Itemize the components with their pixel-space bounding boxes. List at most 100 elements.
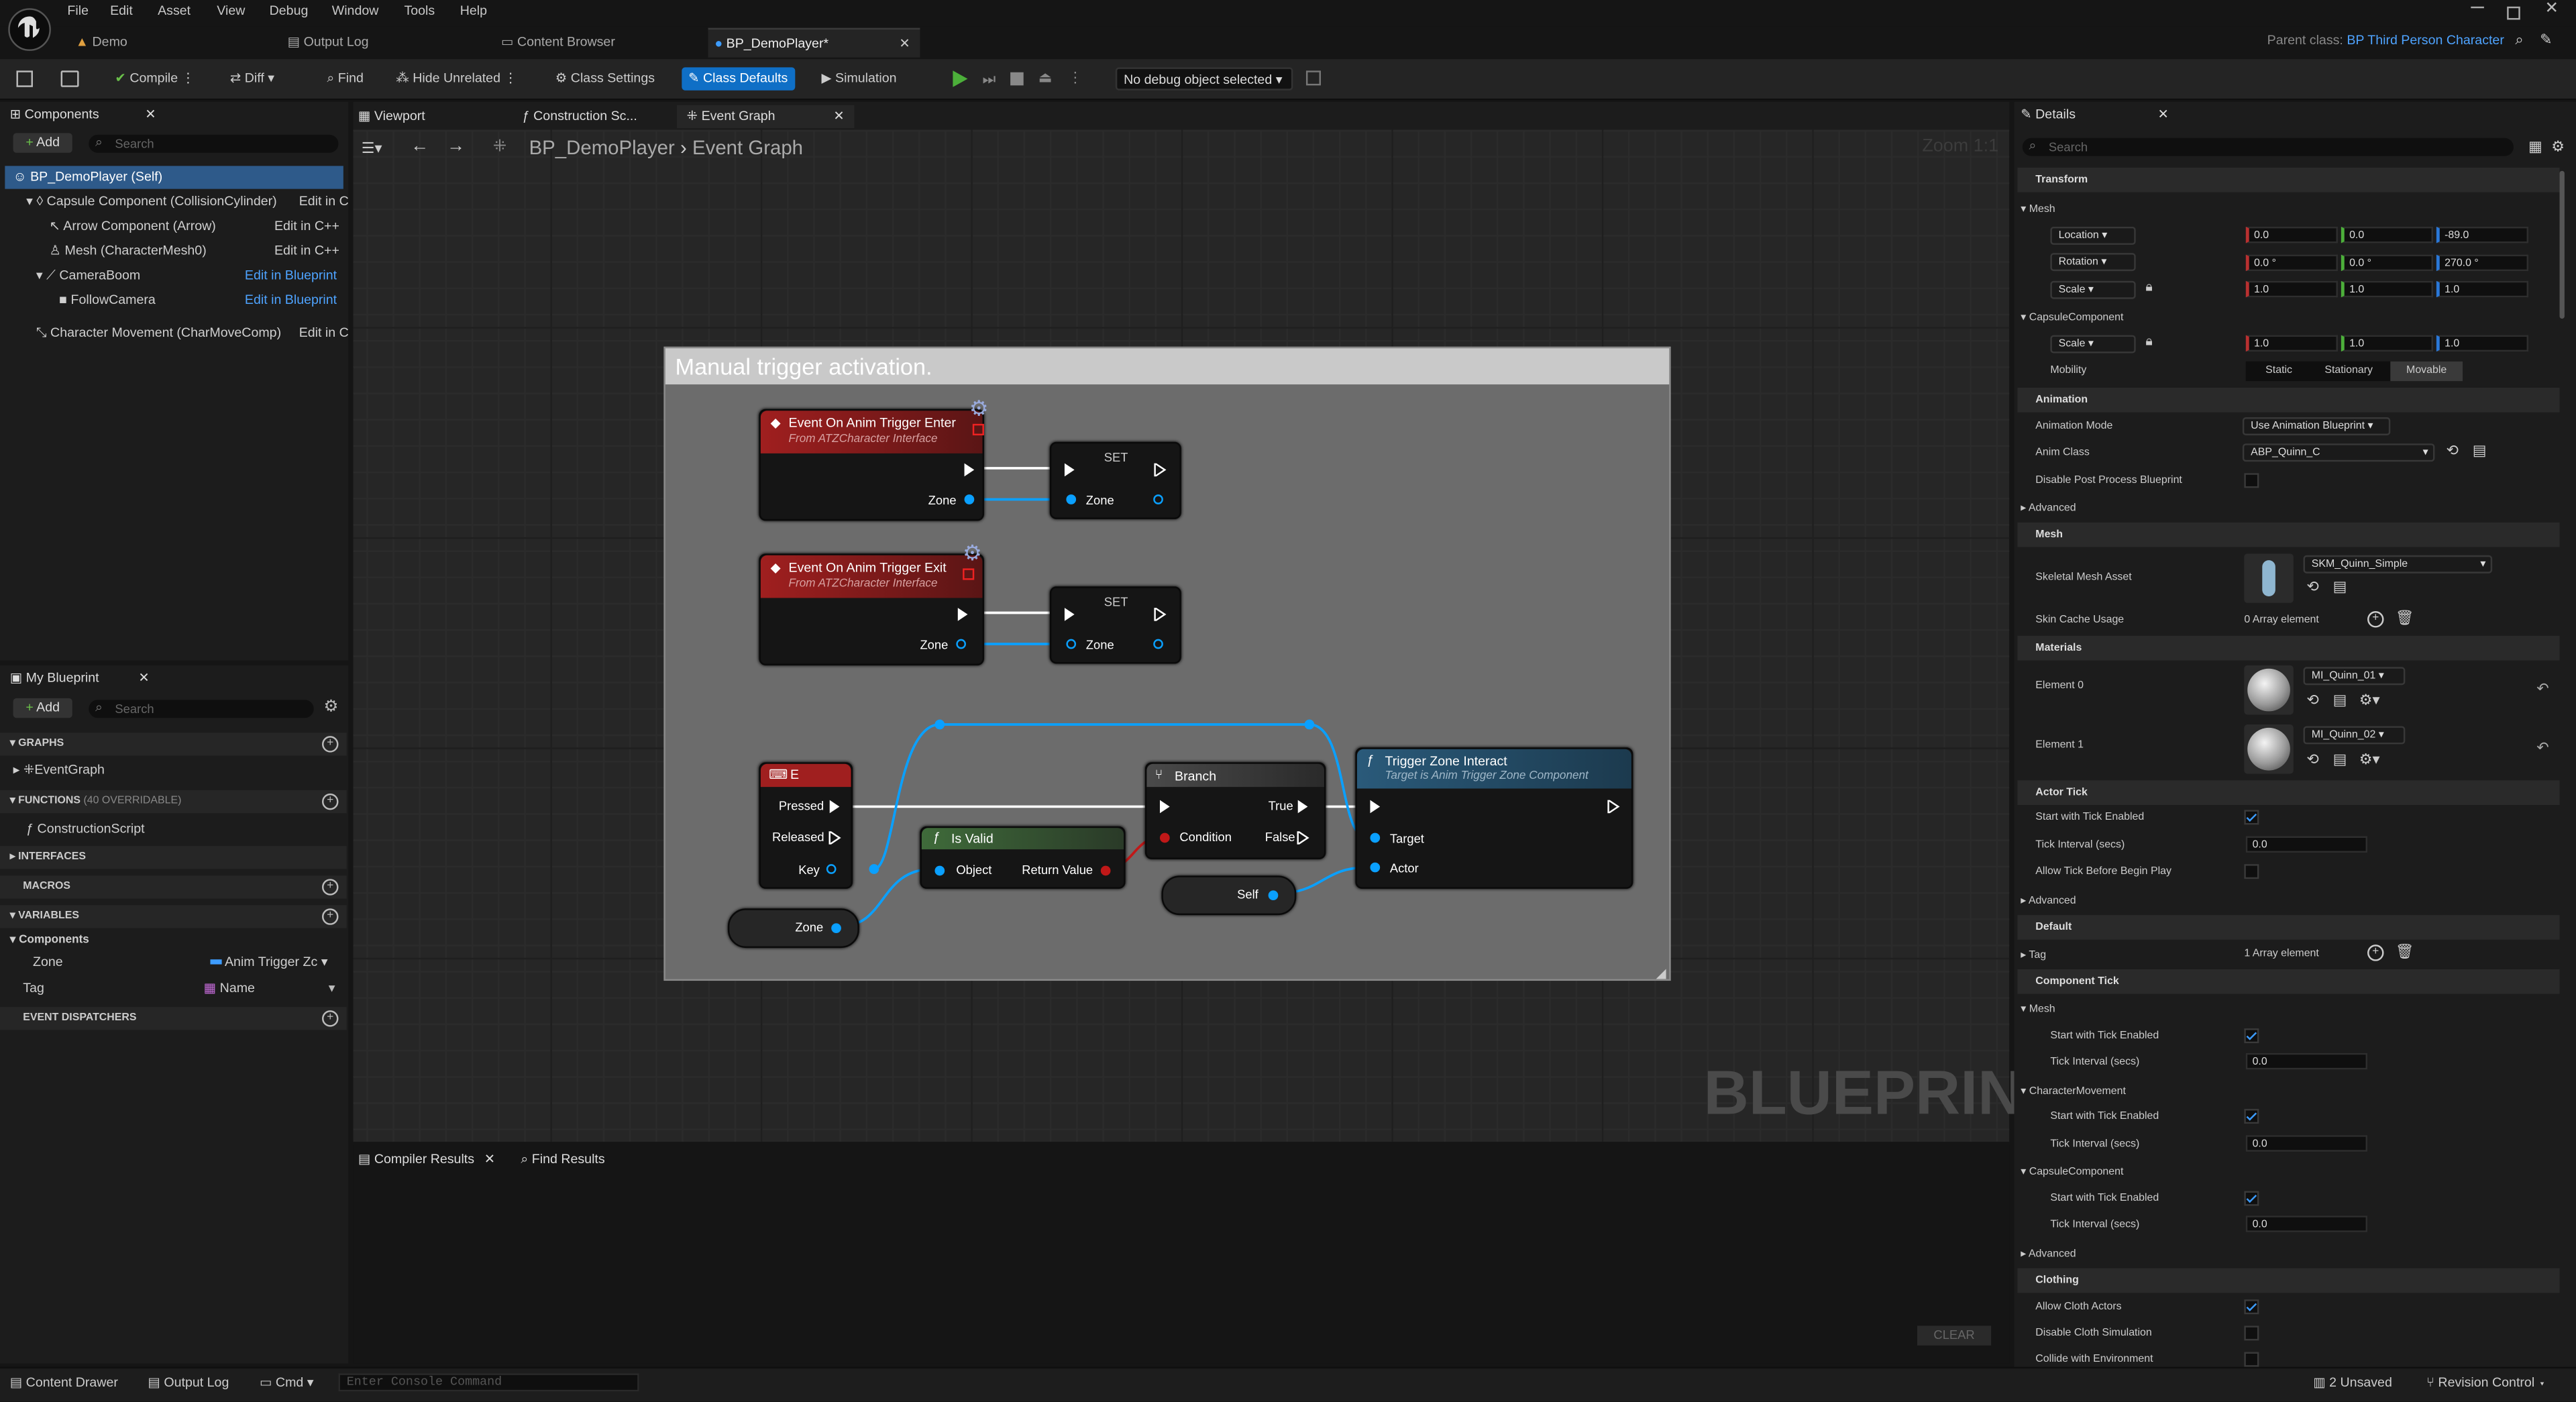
capsule-start-tick-checkbox[interactable]	[2244, 1191, 2259, 1206]
self-node[interactable]: Self	[1161, 875, 1297, 916]
interfaces-section[interactable]: ▸ INTERFACES	[0, 846, 347, 869]
variables-section[interactable]: ▾ VARIABLES	[0, 905, 347, 928]
mesh-tick-interval-field[interactable]: 0.0	[2245, 1053, 2368, 1070]
variable-zone[interactable]: Zone	[33, 955, 63, 969]
maximize-icon[interactable]	[2507, 6, 2520, 20]
key-e-event-node[interactable]: ⌨ E Pressed Released Key	[759, 762, 853, 889]
forward-arrow-icon[interactable]: →	[447, 136, 465, 156]
is-valid-node[interactable]: ƒ Is Valid Object Return Value	[920, 826, 1126, 889]
browse-asset-icon[interactable]: ▤	[2333, 751, 2347, 769]
clothing-section[interactable]: Clothing	[2017, 1268, 2560, 1293]
edit-in-cpp-link[interactable]: Edit in C++	[274, 243, 339, 258]
settings-gear-icon[interactable]: ⚙	[323, 698, 338, 716]
diff-button[interactable]: ⇄ Diff ▾	[230, 67, 274, 90]
add-dispatcher-icon[interactable]: +	[322, 1010, 339, 1027]
charmove-start-tick-checkbox[interactable]	[2244, 1109, 2259, 1124]
construction-script-item[interactable]: ƒ ConstructionScript	[26, 822, 144, 837]
browse-asset-icon[interactable]: ▤	[2473, 442, 2487, 460]
rotation-y-field[interactable]: 0.0 °	[2341, 254, 2433, 272]
event-graph-tab[interactable]: ⁜ Event Graph ✕	[676, 105, 855, 129]
exec-out-pin[interactable]	[1607, 800, 1620, 814]
object-in-pin[interactable]	[934, 865, 945, 876]
component-capsule[interactable]: ▾ ◊ Capsule Component (CollisionCylinder…	[26, 194, 276, 209]
add-macro-icon[interactable]: +	[322, 879, 339, 896]
functions-section[interactable]: ▾ FUNCTIONS (40 OVERRIDABLE)	[0, 790, 347, 814]
material0-dropdown[interactable]: MI_Quinn_01 ▾	[2303, 667, 2406, 686]
menu-window[interactable]: Window	[332, 3, 379, 18]
close-tab-icon[interactable]: ✕	[484, 1152, 495, 1167]
skeletal-mesh-dropdown[interactable]: SKM_Quinn_Simple ▾	[2303, 555, 2493, 574]
component-cameraboom[interactable]: ▾ ⟋ CameraBoom	[36, 268, 140, 284]
zone-out-pin[interactable]	[1153, 494, 1163, 504]
mesh-section[interactable]: Mesh	[2017, 522, 2560, 547]
lock-icon[interactable]: 🔒︎	[2145, 279, 2152, 295]
component-followcamera[interactable]: ■ FollowCamera	[59, 292, 156, 307]
location-x-field[interactable]: 0.0	[2245, 226, 2338, 244]
zone-out-pin[interactable]	[964, 494, 975, 504]
exec-in-pin[interactable]	[1064, 463, 1075, 477]
true-exec-pin[interactable]	[1297, 800, 1308, 814]
self-pin[interactable]	[1268, 890, 1279, 901]
browse-asset-icon[interactable]: ▤	[2333, 578, 2347, 596]
doc-tab-content-browser[interactable]: ▭ Content Browser	[494, 28, 695, 56]
doc-tab-output-log[interactable]: ▤ Output Log	[281, 28, 482, 56]
variable-tag-type[interactable]: ▦ Name	[204, 981, 255, 995]
close-window-icon[interactable]: ✕	[2545, 0, 2559, 18]
lock-icon[interactable]: 🔒︎	[2145, 333, 2152, 349]
animation-section[interactable]: Animation	[2017, 387, 2560, 413]
released-exec-pin[interactable]	[828, 831, 841, 845]
hide-unrelated-button[interactable]: ⁂ Hide Unrelated ⋮	[396, 67, 517, 90]
zone-getter-pin[interactable]	[831, 923, 841, 934]
component-mesh[interactable]: ♙ Mesh (CharacterMesh0)	[49, 243, 206, 258]
blueprint-search-input[interactable]: Search	[89, 700, 314, 718]
back-arrow-icon[interactable]: ←	[411, 136, 429, 156]
eject-icon[interactable]: ⏏	[1038, 69, 1053, 87]
capsule-subsection[interactable]: ▾ CapsuleComponent	[2021, 311, 2123, 323]
class-settings-button[interactable]: ⚙ Class Settings	[555, 67, 655, 90]
browse-icon[interactable]	[60, 70, 79, 87]
allow-cloth-checkbox[interactable]	[2244, 1299, 2259, 1315]
rotation-dropdown[interactable]: Rotation ▾	[2050, 253, 2136, 272]
location-z-field[interactable]: -89.0	[2436, 226, 2529, 244]
settings-gear-icon[interactable]: ⚙	[2551, 138, 2565, 156]
exec-out-pin[interactable]	[964, 463, 975, 477]
mesh-start-tick-checkbox[interactable]	[2244, 1028, 2259, 1044]
location-dropdown[interactable]: Location ▾	[2050, 226, 2136, 245]
output-log-button[interactable]: ▤ Output Log	[148, 1375, 229, 1390]
debug-filter-icon[interactable]	[1305, 70, 1321, 86]
more-options-icon[interactable]: ⋮	[1068, 69, 1083, 87]
variable-tag[interactable]: Tag	[23, 981, 44, 995]
use-selected-icon[interactable]: ⟲	[2447, 442, 2459, 460]
tag-row[interactable]: ▸ Tag	[2021, 948, 2046, 961]
menu-edit[interactable]: Edit	[110, 3, 133, 18]
edit-in-cpp-link[interactable]: Edit in C	[299, 325, 349, 340]
materials-section[interactable]: Materials	[2017, 635, 2560, 661]
components-tab[interactable]: ⊞ Components ✕	[10, 103, 156, 126]
location-y-field[interactable]: 0.0	[2341, 226, 2433, 244]
compiler-results-tab[interactable]: ▤ Compiler Results ✕	[358, 1148, 495, 1171]
exec-in-pin[interactable]	[1370, 800, 1381, 814]
add-member-button[interactable]: + Add	[13, 698, 72, 718]
material0-thumbnail[interactable]	[2244, 665, 2294, 715]
actor-tick-section[interactable]: Actor Tick	[2017, 780, 2560, 806]
edit-pencil-icon[interactable]: ✎	[2540, 32, 2552, 50]
menu-tools[interactable]: Tools	[404, 3, 435, 18]
advanced-expander[interactable]: ▸ Advanced	[2021, 894, 2076, 907]
set-zone-node-2[interactable]: SET Zone	[1049, 586, 1181, 664]
target-pin[interactable]	[1370, 832, 1381, 843]
details-scrollbar[interactable]	[2559, 170, 2565, 319]
construction-script-tab[interactable]: ƒ Construction Sc...	[523, 105, 637, 128]
material1-thumbnail[interactable]	[2244, 724, 2294, 774]
add-function-icon[interactable]: +	[322, 793, 339, 810]
scale-z-field[interactable]: 1.0	[2436, 280, 2529, 298]
mesh-tick-subsection[interactable]: ▾ Mesh	[2021, 1002, 2055, 1015]
key-out-pin[interactable]	[826, 864, 837, 874]
add-component-button[interactable]: + Add	[13, 133, 72, 153]
animation-mode-dropdown[interactable]: Use Animation Blueprint ▾	[2242, 417, 2391, 435]
parent-class-link[interactable]: BP Third Person Character	[2347, 33, 2504, 48]
reset-arrow-icon[interactable]: ↶	[2536, 739, 2548, 757]
minimize-icon[interactable]	[2471, 6, 2484, 9]
mobility-movable[interactable]: Movable	[2390, 361, 2463, 382]
zone-out-pin[interactable]	[1153, 639, 1163, 649]
condition-pin[interactable]	[1159, 832, 1170, 843]
